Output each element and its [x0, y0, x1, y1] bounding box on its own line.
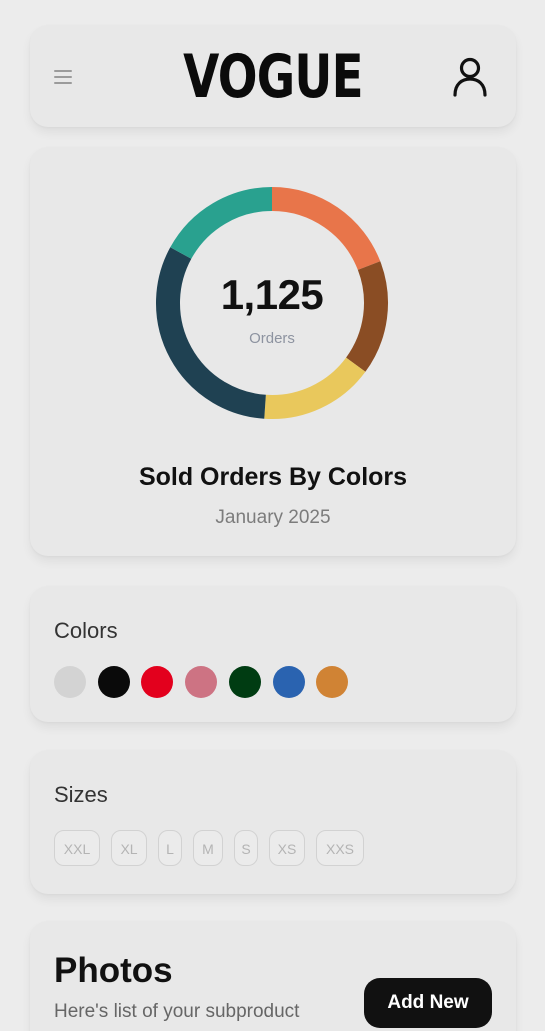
sizes-label: Sizes — [54, 782, 108, 807]
total-orders-label: Orders — [249, 330, 295, 347]
size-chip-l[interactable]: L — [158, 830, 182, 866]
color-swatch-light-gray[interactable] — [54, 666, 86, 698]
total-orders-value: 1,125 — [220, 271, 324, 318]
photos-subtitle: Here's list of your subproduct — [54, 1001, 300, 1022]
color-swatch-orange[interactable] — [316, 666, 349, 698]
colors-label: Colors — [54, 618, 118, 643]
app-header: VOGUE — [30, 25, 516, 127]
chart-subtitle: January 2025 — [215, 507, 331, 528]
colors-card: Colors — [30, 586, 516, 722]
color-swatch-red[interactable] — [141, 666, 174, 698]
sold-orders-chart-card: 1,125 Orders Sold Orders By Colors Janua… — [30, 147, 516, 556]
user-icon[interactable] — [450, 55, 490, 99]
size-chip-m[interactable]: M — [193, 830, 223, 866]
size-chip-s[interactable]: S — [234, 830, 258, 866]
add-new-button[interactable]: Add New — [364, 978, 492, 1028]
color-swatch-pink[interactable] — [185, 666, 218, 698]
chart-title: Sold Orders By Colors — [138, 463, 408, 491]
size-chip-xxl[interactable]: XXL — [54, 830, 100, 866]
size-chip-xxs[interactable]: XXS — [316, 830, 364, 866]
photos-card: Photos Here's list of your subproduct Ad… — [30, 921, 516, 1031]
color-swatch-dark-green[interactable] — [228, 666, 261, 698]
page: VOGUE 1,125 Orders Sold Orders By Colors… — [0, 0, 545, 1031]
color-swatch-black[interactable] — [97, 666, 130, 698]
donut-center: 1,125 Orders — [152, 183, 392, 423]
color-swatch-blue[interactable] — [272, 666, 305, 698]
size-chip-xl[interactable]: XL — [111, 830, 147, 866]
photos-title: Photos — [54, 951, 173, 990]
sizes-card: Sizes XXL XL L M S XS XXS — [30, 750, 516, 894]
brand-logo: VOGUE — [183, 42, 363, 112]
hamburger-menu-icon[interactable] — [54, 67, 74, 87]
size-chip-xs[interactable]: XS — [269, 830, 305, 866]
